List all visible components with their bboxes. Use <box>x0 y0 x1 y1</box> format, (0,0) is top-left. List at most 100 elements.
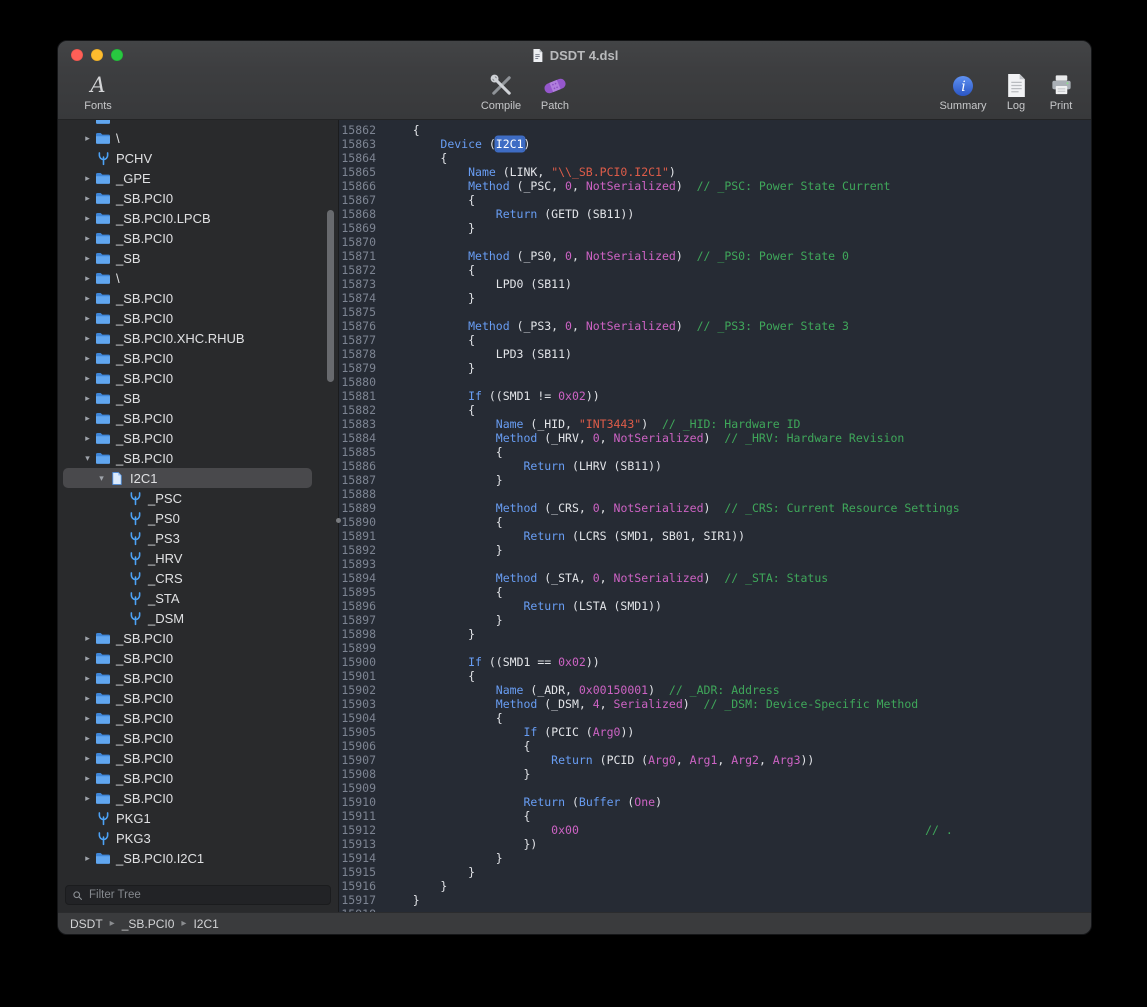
breadcrumb-item[interactable]: _SB.PCI0 <box>122 917 175 931</box>
tree-item-PCHV[interactable]: PCHV <box>58 148 338 168</box>
tree-item[interactable] <box>58 120 338 128</box>
code-line[interactable]: 15877 { <box>339 333 1091 347</box>
tree-item-_SB.PCI0[interactable]: ▸_SB.PCI0 <box>58 408 338 428</box>
code-line[interactable]: 15862 { <box>339 123 1091 137</box>
chevron-collapsed-icon[interactable]: ▸ <box>80 374 95 383</box>
chevron-collapsed-icon[interactable]: ▸ <box>80 714 95 723</box>
code-line[interactable]: 15907 Return (PCID (Arg0, Arg1, Arg2, Ar… <box>339 753 1091 767</box>
chevron-collapsed-icon[interactable]: ▸ <box>80 294 95 303</box>
tree-item-_PS3[interactable]: _PS3 <box>58 528 338 548</box>
tree-item-_SB.PCI0[interactable]: ▸_SB.PCI0 <box>58 628 338 648</box>
tree-item-_PSC[interactable]: _PSC <box>58 488 338 508</box>
patch-button[interactable]: Patch <box>531 72 579 112</box>
chevron-collapsed-icon[interactable]: ▸ <box>80 434 95 443</box>
tree-item-_SB.PCI0[interactable]: ▸_SB.PCI0 <box>58 368 338 388</box>
code-line[interactable]: 15898 } <box>339 627 1091 641</box>
code-line[interactable]: 15911 { <box>339 809 1091 823</box>
code-line[interactable]: 15900 If ((SMD1 == 0x02)) <box>339 655 1091 669</box>
code-line[interactable]: 15889 Method (_CRS, 0, NotSerialized) //… <box>339 501 1091 515</box>
chevron-collapsed-icon[interactable]: ▸ <box>80 794 95 803</box>
chevron-collapsed-icon[interactable]: ▸ <box>80 134 95 143</box>
breadcrumb-item[interactable]: I2C1 <box>193 917 218 931</box>
chevron-collapsed-icon[interactable]: ▸ <box>80 274 95 283</box>
chevron-collapsed-icon[interactable]: ▸ <box>80 254 95 263</box>
tree-item-_DSM[interactable]: _DSM <box>58 608 338 628</box>
code-line[interactable]: 15891 Return (LCRS (SMD1, SB01, SIR1)) <box>339 529 1091 543</box>
code-line[interactable]: 15902 Name (_ADR, 0x00150001) // _ADR: A… <box>339 683 1091 697</box>
code-line[interactable]: 15908 } <box>339 767 1091 781</box>
tree-item-_SB.PCI0[interactable]: ▸_SB.PCI0 <box>58 428 338 448</box>
code-line[interactable]: 15905 If (PCIC (Arg0)) <box>339 725 1091 739</box>
tree-item-PKG1[interactable]: PKG1 <box>58 808 338 828</box>
code-line[interactable]: 15872 { <box>339 263 1091 277</box>
zoom-button[interactable] <box>111 49 123 61</box>
tree-item-_SB.PCI0[interactable]: ▸_SB.PCI0 <box>58 708 338 728</box>
summary-button[interactable]: i Summary <box>934 72 992 112</box>
fonts-button[interactable]: A Fonts <box>70 72 126 112</box>
chevron-collapsed-icon[interactable]: ▸ <box>80 734 95 743</box>
compile-button[interactable]: Compile <box>473 72 529 112</box>
code-line[interactable]: 15887 } <box>339 473 1091 487</box>
chevron-collapsed-icon[interactable]: ▸ <box>80 774 95 783</box>
tree-item-_SB.PCI0[interactable]: ▸_SB.PCI0 <box>58 188 338 208</box>
tree-item-_SB.PCI0[interactable]: ▸_SB.PCI0 <box>58 288 338 308</box>
code-line[interactable]: 15896 Return (LSTA (SMD1)) <box>339 599 1091 613</box>
code-line[interactable]: 15897 } <box>339 613 1091 627</box>
code-line[interactable]: 15890 { <box>339 515 1091 529</box>
breadcrumb-item[interactable]: DSDT <box>70 917 103 931</box>
code-line[interactable]: 15879 } <box>339 361 1091 375</box>
code-line[interactable]: 15867 { <box>339 193 1091 207</box>
code-line[interactable]: 15886 Return (LHRV (SB11)) <box>339 459 1091 473</box>
tree-item-_GPE[interactable]: ▸_GPE <box>58 168 338 188</box>
code-line[interactable]: 15903 Method (_DSM, 4, Serialized) // _D… <box>339 697 1091 711</box>
tree-item-_SB.PCI0.XHC.RHUB[interactable]: ▸_SB.PCI0.XHC.RHUB <box>58 328 338 348</box>
code-line[interactable]: 15915 } <box>339 865 1091 879</box>
code-line[interactable]: 15899 <box>339 641 1091 655</box>
code-line[interactable]: 15870 <box>339 235 1091 249</box>
tree-item-PKG3[interactable]: PKG3 <box>58 828 338 848</box>
tree-item-_HRV[interactable]: _HRV <box>58 548 338 568</box>
code-line[interactable]: 15893 <box>339 557 1091 571</box>
code-line[interactable]: 15916 } <box>339 879 1091 893</box>
sidebar-scrollbar-thumb[interactable] <box>327 210 334 382</box>
code-line[interactable]: 15906 { <box>339 739 1091 753</box>
tree-item-_SB.PCI0[interactable]: ▾_SB.PCI0 <box>58 448 338 468</box>
chevron-collapsed-icon[interactable]: ▸ <box>80 394 95 403</box>
tree-item-_SB[interactable]: ▸_SB <box>58 248 338 268</box>
tree-item-_SB.PCI0[interactable]: ▸_SB.PCI0 <box>58 308 338 328</box>
code-line[interactable]: 15885 { <box>339 445 1091 459</box>
chevron-collapsed-icon[interactable]: ▸ <box>80 314 95 323</box>
code-line[interactable]: 15901 { <box>339 669 1091 683</box>
chevron-collapsed-icon[interactable]: ▸ <box>80 234 95 243</box>
code-line[interactable]: 15866 Method (_PSC, 0, NotSerialized) //… <box>339 179 1091 193</box>
code-line[interactable]: 15875 <box>339 305 1091 319</box>
tree-item-_SB.PCI0[interactable]: ▸_SB.PCI0 <box>58 728 338 748</box>
code-line[interactable]: 15913 }) <box>339 837 1091 851</box>
filter-field[interactable] <box>65 885 331 905</box>
close-button[interactable] <box>71 49 83 61</box>
tree-item-_SB.PCI0[interactable]: ▸_SB.PCI0 <box>58 228 338 248</box>
chevron-collapsed-icon[interactable]: ▸ <box>80 334 95 343</box>
code-line[interactable]: 15871 Method (_PS0, 0, NotSerialized) //… <box>339 249 1091 263</box>
code-line[interactable]: 15914 } <box>339 851 1091 865</box>
code-line[interactable]: 15883 Name (_HID, "INT3443") // _HID: Ha… <box>339 417 1091 431</box>
chevron-collapsed-icon[interactable]: ▸ <box>80 414 95 423</box>
code-line[interactable]: 15865 Name (LINK, "\\_SB.PCI0.I2C1") <box>339 165 1091 179</box>
tree-item-_SB.PCI0[interactable]: ▸_SB.PCI0 <box>58 348 338 368</box>
tree-item-_CRS[interactable]: _CRS <box>58 568 338 588</box>
chevron-collapsed-icon[interactable]: ▸ <box>80 174 95 183</box>
tree-item-_SB.PCI0.LPCB[interactable]: ▸_SB.PCI0.LPCB <box>58 208 338 228</box>
chevron-collapsed-icon[interactable]: ▸ <box>80 634 95 643</box>
code-line[interactable]: 15878 LPD3 (SB11) <box>339 347 1091 361</box>
chevron-collapsed-icon[interactable]: ▸ <box>80 754 95 763</box>
tree-item-root[interactable]: ▸\ <box>58 128 338 148</box>
code-line[interactable]: 15881 If ((SMD1 != 0x02)) <box>339 389 1091 403</box>
tree-item-_SB.PCI0[interactable]: ▸_SB.PCI0 <box>58 768 338 788</box>
tree-item-_SB.PCI0.I2C1[interactable]: ▸_SB.PCI0.I2C1 <box>58 848 338 868</box>
tree-item-_SB.PCI0[interactable]: ▸_SB.PCI0 <box>58 788 338 808</box>
tree-item-_PS0[interactable]: _PS0 <box>58 508 338 528</box>
code-line[interactable]: 15918 <box>339 907 1091 912</box>
code-line[interactable]: 15888 <box>339 487 1091 501</box>
code-line[interactable]: 15868 Return (GETD (SB11)) <box>339 207 1091 221</box>
tree-item-root[interactable]: ▸\ <box>58 268 338 288</box>
